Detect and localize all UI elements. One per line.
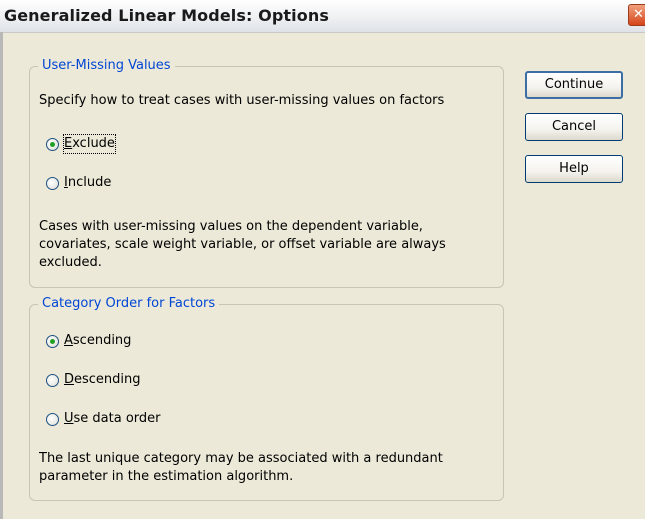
- continue-button[interactable]: Continue: [525, 71, 623, 99]
- ascending-label[interactable]: Ascending: [64, 332, 131, 350]
- use-data-order-label-text: se data order: [73, 411, 161, 426]
- close-icon[interactable]: [628, 4, 645, 26]
- exclude-label[interactable]: Exclude: [63, 134, 116, 154]
- descending-mnemonic: D: [64, 372, 75, 387]
- use-data-order-mnemonic: U: [64, 411, 74, 426]
- ascending-label-text: scending: [72, 333, 132, 348]
- category-order-legend: Category Order for Factors: [38, 296, 220, 312]
- ascending-radio[interactable]: [46, 335, 59, 348]
- descending-radio[interactable]: [46, 374, 59, 387]
- window-border: [0, 32, 3, 519]
- include-label[interactable]: Include: [64, 174, 111, 192]
- include-radio[interactable]: [46, 177, 59, 190]
- descending-label-text: escending: [74, 372, 141, 387]
- category-order-note-line-1: The last unique category may be associat…: [39, 451, 443, 466]
- user-missing-note-line-3: excluded.: [39, 255, 102, 270]
- use-data-order-radio[interactable]: [46, 413, 59, 426]
- exclude-mnemonic: E: [64, 136, 73, 151]
- cancel-button[interactable]: Cancel: [525, 113, 623, 141]
- title-bar: Generalized Linear Models: Options: [0, 0, 645, 33]
- help-button[interactable]: Help: [525, 155, 623, 183]
- descending-label[interactable]: Descending: [64, 371, 141, 389]
- user-missing-note-line-2: covariates, scale weight variable, or of…: [39, 237, 446, 252]
- ascending-mnemonic: A: [64, 333, 73, 348]
- exclude-label-text: xclude: [72, 136, 115, 151]
- user-missing-values-legend: User-Missing Values: [38, 58, 175, 74]
- category-order-note-line-2: parameter in the estimation algorithm.: [39, 469, 294, 484]
- user-missing-note-line-1: Cases with user-missing values on the de…: [39, 219, 423, 234]
- use-data-order-label[interactable]: Use data order: [64, 410, 161, 428]
- include-label-text: nclude: [67, 175, 112, 190]
- dialog-title: Generalized Linear Models: Options: [4, 6, 329, 25]
- user-missing-description: Specify how to treat cases with user-mis…: [39, 93, 445, 108]
- exclude-radio[interactable]: [46, 138, 59, 151]
